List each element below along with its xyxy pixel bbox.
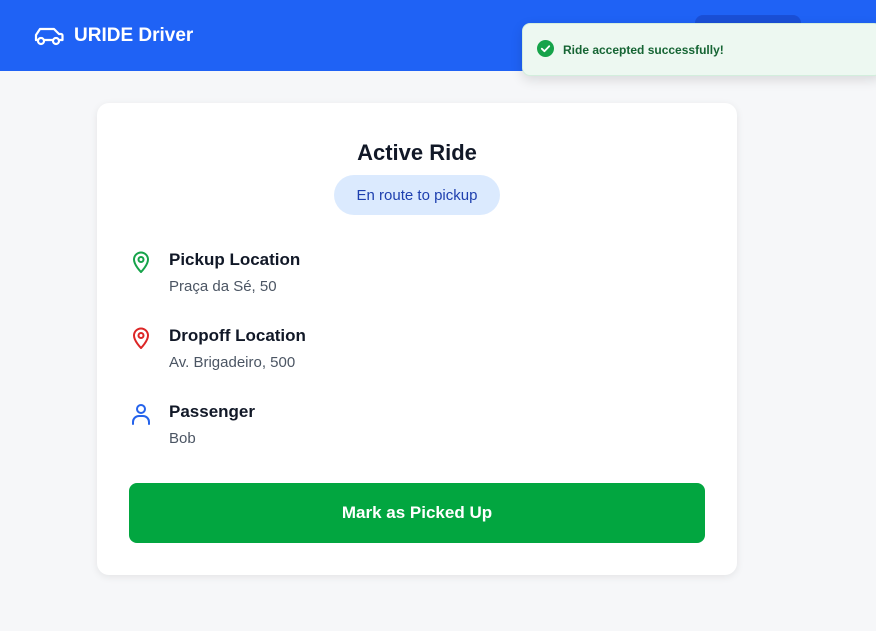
pickup-value: Praça da Sé, 50	[169, 278, 277, 295]
pickup-row: Pickup Location Praça da Sé, 50	[129, 250, 689, 300]
toast-message: Ride accepted successfully!	[563, 42, 724, 57]
active-ride-card: Active Ride En route to pickup Pickup Lo…	[97, 103, 737, 575]
dropoff-label: Dropoff Location	[169, 326, 306, 345]
brand-title: URIDE Driver	[74, 25, 194, 46]
mark-picked-up-button[interactable]: Mark as Picked Up	[129, 483, 705, 543]
card-title: Active Ride	[357, 140, 477, 165]
passenger-label: Passenger	[169, 402, 255, 421]
map-pin-icon	[129, 326, 153, 350]
dropoff-row: Dropoff Location Av. Brigadeiro, 500	[129, 326, 689, 376]
passenger-row: Passenger Bob	[129, 402, 689, 452]
toast-notification: Ride accepted successfully!	[522, 23, 876, 76]
car-icon	[34, 25, 64, 47]
passenger-value: Bob	[169, 430, 196, 447]
user-icon	[129, 402, 153, 426]
dropoff-value: Av. Brigadeiro, 500	[169, 354, 296, 371]
pickup-label: Pickup Location	[169, 250, 301, 269]
brand[interactable]: URIDE Driver	[34, 23, 193, 49]
status-badge: En route to pickup	[334, 175, 500, 215]
check-circle-icon	[537, 39, 554, 60]
map-pin-icon	[129, 250, 153, 274]
